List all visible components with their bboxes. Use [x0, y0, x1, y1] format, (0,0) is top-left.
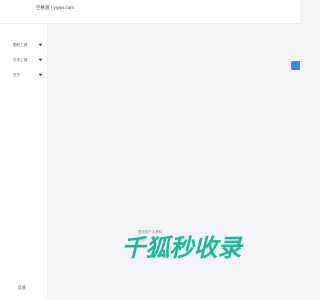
- sidebar-item-label: 关于: [13, 72, 21, 77]
- watermark-logo: 千狐秒收录: [122, 234, 244, 260]
- sidebar-item-text-tools[interactable]: 文本工具: [0, 55, 47, 65]
- watermark-text: 千狐秒收录: [122, 234, 244, 260]
- chevron-down-icon: [38, 43, 43, 46]
- top-bar: 空格道 | yiyan.com: [0, 0, 300, 24]
- sidebar-item-label: 图标工具: [13, 42, 28, 47]
- sidebar-item-about[interactable]: 关于: [0, 70, 47, 80]
- chevron-down-icon: [38, 58, 43, 61]
- side-tab-icon[interactable]: [291, 61, 300, 70]
- sidebar: 图标工具 文本工具 关于 反馈: [0, 24, 48, 300]
- brand-title[interactable]: 空格道 | yiyan.com: [36, 5, 74, 11]
- sidebar-item-icon-tools[interactable]: 图标工具: [0, 40, 47, 50]
- feedback-link[interactable]: 反馈: [18, 286, 26, 291]
- chevron-down-icon: [38, 73, 43, 76]
- sidebar-item-label: 文本工具: [13, 57, 28, 62]
